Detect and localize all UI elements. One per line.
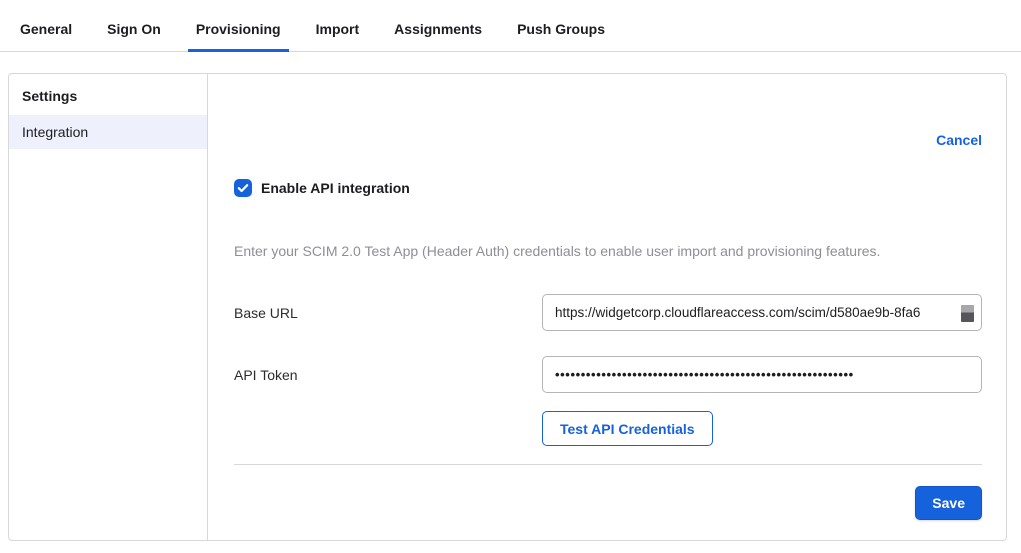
sidebar-header: Settings xyxy=(9,74,207,115)
tab-import[interactable]: Import xyxy=(308,21,368,52)
tab-assignments[interactable]: Assignments xyxy=(386,21,490,52)
api-token-label: API Token xyxy=(234,367,542,383)
save-button[interactable]: Save xyxy=(915,486,982,520)
api-token-input[interactable]: ••••••••••••••••••••••••••••••••••••••••… xyxy=(542,356,982,393)
base-url-input[interactable]: https://widgetcorp.cloudflareaccess.com/… xyxy=(542,294,982,331)
base-url-value: https://widgetcorp.cloudflareaccess.com/… xyxy=(555,305,920,320)
tab-push-groups[interactable]: Push Groups xyxy=(509,21,613,52)
test-api-credentials-button[interactable]: Test API Credentials xyxy=(542,411,713,446)
app-tab-bar: General Sign On Provisioning Import Assi… xyxy=(0,0,1021,52)
base-url-row: Base URL https://widgetcorp.cloudflareac… xyxy=(234,294,982,331)
sidebar-item-integration[interactable]: Integration xyxy=(9,115,207,149)
integration-settings-content: Cancel Enable API integration Enter your… xyxy=(208,74,1006,540)
text-selection-block xyxy=(961,305,974,322)
enable-api-label: Enable API integration xyxy=(261,180,410,196)
enable-api-row: Enable API integration xyxy=(234,179,410,197)
credentials-description: Enter your SCIM 2.0 Test App (Header Aut… xyxy=(234,243,982,259)
api-token-masked-value: ••••••••••••••••••••••••••••••••••••••••… xyxy=(555,367,854,382)
tab-sign-on[interactable]: Sign On xyxy=(99,21,169,52)
tab-general[interactable]: General xyxy=(12,21,80,52)
checkmark-icon xyxy=(237,182,249,194)
provisioning-panel: Settings Integration Cancel Enable API i… xyxy=(8,73,1007,541)
tab-provisioning[interactable]: Provisioning xyxy=(188,21,289,52)
api-token-row: API Token ••••••••••••••••••••••••••••••… xyxy=(234,356,982,393)
footer-divider xyxy=(234,464,982,465)
enable-api-checkbox[interactable] xyxy=(234,179,252,197)
settings-sidebar: Settings Integration xyxy=(9,74,208,540)
cancel-button[interactable]: Cancel xyxy=(936,132,982,148)
base-url-label: Base URL xyxy=(234,305,542,321)
